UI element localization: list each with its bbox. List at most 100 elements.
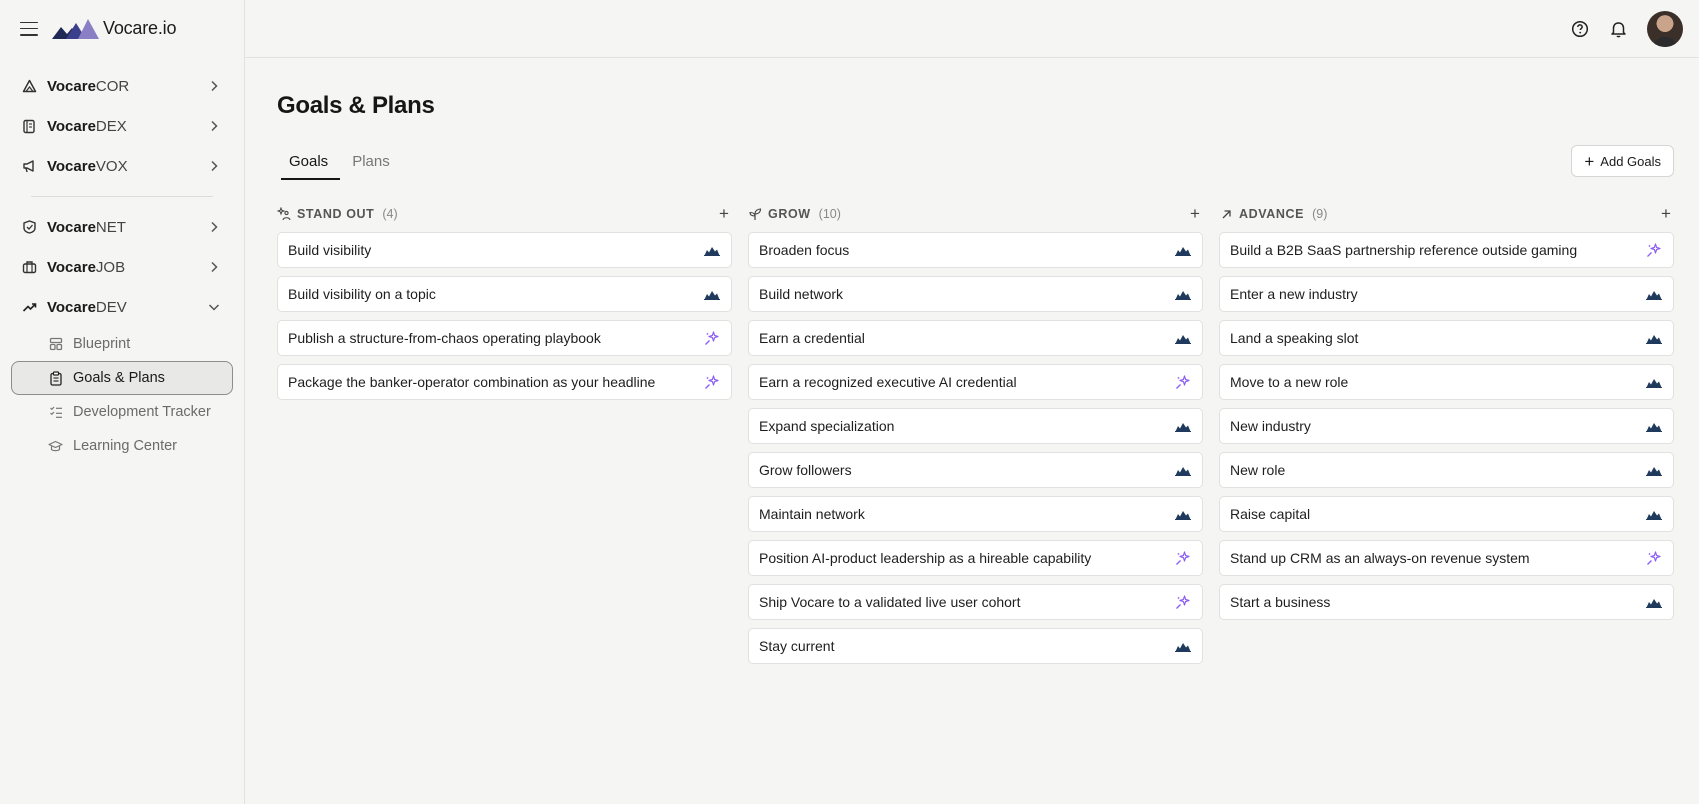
trend-chart-icon	[1645, 594, 1663, 610]
sidebar-item-label-suffix: DEX	[95, 117, 127, 135]
goal-card[interactable]: Land a speaking slot	[1219, 320, 1674, 356]
trend-chart-icon	[1174, 418, 1192, 434]
sidebar-item-goals-plans[interactable]: Goals & Plans	[11, 361, 233, 395]
sidebar-item-label-suffix: COR	[95, 77, 130, 95]
sparkle-person-icon	[277, 207, 291, 221]
goal-card-title: Stand up CRM as an always-on revenue sys…	[1230, 550, 1530, 566]
add-goal-plus-icon[interactable]: +	[716, 204, 732, 224]
goal-card-title: New industry	[1230, 418, 1311, 434]
goal-card[interactable]: Ship Vocare to a validated live user coh…	[748, 584, 1203, 620]
goal-card[interactable]: Stand up CRM as an always-on revenue sys…	[1219, 540, 1674, 576]
goal-column-stand-out: STAND OUT (4) + Build visibility Build visib…	[277, 204, 732, 672]
goal-card[interactable]: Build visibility	[277, 232, 732, 268]
ai-sparkle-icon	[1174, 550, 1192, 566]
user-avatar[interactable]	[1647, 10, 1683, 47]
column-header: GROW (10) +	[748, 204, 1203, 224]
goal-card[interactable]: New industry	[1219, 408, 1674, 444]
sidebar-item-learning-center[interactable]: Learning Center	[11, 429, 233, 463]
checklist-icon	[48, 405, 63, 420]
column-count: (4)	[382, 207, 398, 221]
brand-name: Vocare.io	[103, 18, 177, 38]
sidebar-item-vocarejob[interactable]: VocareJOB	[11, 247, 233, 287]
ai-sparkle-icon	[1174, 374, 1192, 390]
trend-chart-icon	[1645, 506, 1663, 522]
sidebar: Vocare.io VocareCOR VocareDEX VocareVOX	[0, 0, 245, 804]
goal-card-title: Land a speaking slot	[1230, 330, 1359, 346]
column-count: (10)	[818, 207, 841, 221]
sidebar-item-label-bold: Vocare	[47, 218, 96, 236]
goal-card-title: Publish a structure-from-chaos operating…	[288, 330, 601, 346]
vocare-logo[interactable]: Vocare.io	[52, 18, 176, 40]
brand-bar: Vocare.io	[0, 0, 244, 57]
goal-card[interactable]: Earn a recognized executive AI credentia…	[748, 364, 1203, 400]
ai-sparkle-icon	[1174, 594, 1192, 610]
add-goal-plus-icon[interactable]: +	[1187, 204, 1203, 224]
layout-icon	[48, 337, 63, 352]
tab-plans[interactable]: Plans	[340, 142, 402, 180]
goal-card-title: Package the banker-operator combination …	[288, 374, 656, 390]
ai-sparkle-icon	[703, 374, 721, 390]
sidebar-item-label: Learning Center	[73, 438, 177, 454]
trend-chart-icon	[1174, 506, 1192, 522]
trend-chart-icon	[1645, 374, 1663, 390]
goal-card[interactable]: Earn a credential	[748, 320, 1203, 356]
tabs-row: Goals Plans + Add Goals	[277, 142, 1674, 180]
plus-icon: +	[1584, 151, 1595, 171]
add-goals-button[interactable]: + Add Goals	[1571, 145, 1674, 177]
goal-card[interactable]: Build visibility on a topic	[277, 276, 732, 312]
goal-card[interactable]: Position AI-product leadership as a hire…	[748, 540, 1203, 576]
goal-card[interactable]: Build a B2B SaaS partnership reference o…	[1219, 232, 1674, 268]
goal-card-title: Ship Vocare to a validated live user coh…	[759, 594, 1021, 610]
goal-card[interactable]: Package the banker-operator combination …	[277, 364, 732, 400]
hamburger-menu-icon[interactable]	[20, 21, 38, 36]
goal-card[interactable]: New role	[1219, 452, 1674, 488]
goal-card-title: Position AI-product leadership as a hire…	[759, 550, 1092, 566]
chevron-right-icon	[207, 119, 221, 133]
trend-chart-icon	[1174, 330, 1192, 346]
sidebar-item-label-bold: Vocare	[47, 117, 96, 135]
goal-card[interactable]: Enter a new industry	[1219, 276, 1674, 312]
goal-card-title: Build visibility	[288, 242, 372, 258]
sidebar-item-label: Goals & Plans	[73, 370, 165, 386]
mountain-logo-icon	[52, 18, 99, 39]
goal-card-title: Earn a recognized executive AI credentia…	[759, 374, 1017, 390]
goal-card[interactable]: Grow followers	[748, 452, 1203, 488]
goal-card[interactable]: Stay current	[748, 628, 1203, 664]
page-title: Goals & Plans	[277, 92, 435, 119]
trend-chart-icon	[1174, 242, 1192, 258]
sidebar-item-label-suffix: DEV	[95, 298, 127, 316]
help-icon[interactable]	[1569, 18, 1591, 40]
goal-card-title: Start a business	[1230, 594, 1331, 610]
goal-card[interactable]: Publish a structure-from-chaos operating…	[277, 320, 732, 356]
column-title: STAND OUT	[297, 207, 375, 221]
top-bar	[245, 0, 1699, 58]
trend-chart-icon	[1174, 462, 1192, 478]
goal-card[interactable]: Expand specialization	[748, 408, 1203, 444]
goal-card[interactable]: Move to a new role	[1219, 364, 1674, 400]
goal-card[interactable]: Broaden focus	[748, 232, 1203, 268]
goal-card[interactable]: Raise capital	[1219, 496, 1674, 532]
trend-chart-icon	[1645, 330, 1663, 346]
megaphone-icon	[21, 158, 37, 174]
sidebar-item-label-bold: Vocare	[47, 157, 96, 175]
trending-up-icon	[21, 299, 37, 315]
tab-goals[interactable]: Goals	[277, 142, 341, 180]
sidebar-item-vocaredev[interactable]: VocareDEV	[11, 287, 233, 327]
sidebar-item-development-tracker[interactable]: Development Tracker	[11, 395, 233, 429]
bell-icon[interactable]	[1607, 18, 1629, 40]
sidebar-item-vocaredex[interactable]: VocareDEX	[11, 106, 233, 146]
sidebar-item-vocarevox[interactable]: VocareVOX	[11, 146, 233, 186]
goal-column-advance: ADVANCE (9) + Build a B2B SaaS partnership …	[1219, 204, 1674, 672]
goal-card[interactable]: Maintain network	[748, 496, 1203, 532]
sidebar-item-vocarecor[interactable]: VocareCOR	[11, 66, 233, 106]
goal-card[interactable]: Build network	[748, 276, 1203, 312]
trend-chart-icon	[1645, 462, 1663, 478]
sidebar-divider	[31, 196, 213, 197]
add-goal-plus-icon[interactable]: +	[1658, 204, 1674, 224]
trend-chart-icon	[1174, 638, 1192, 654]
goal-card[interactable]: Start a business	[1219, 584, 1674, 620]
sidebar-item-blueprint[interactable]: Blueprint	[11, 327, 233, 361]
sidebar-item-vocarenet[interactable]: VocareNET	[11, 207, 233, 247]
column-title: ADVANCE	[1239, 207, 1305, 221]
sidebar-item-label-suffix: NET	[95, 218, 126, 236]
